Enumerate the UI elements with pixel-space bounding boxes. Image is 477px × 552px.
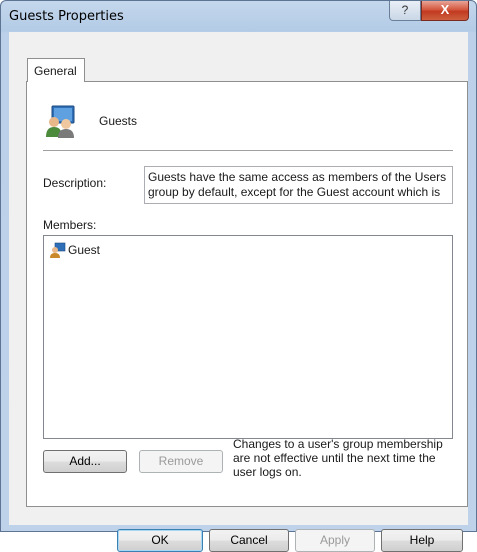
- apply-button[interactable]: Apply: [295, 529, 375, 552]
- close-button[interactable]: X: [421, 1, 469, 21]
- group-name: Guests: [99, 114, 138, 128]
- membership-note: Changes to a user's group membership are…: [233, 437, 457, 479]
- member-name: Guest: [68, 243, 101, 257]
- tab-general[interactable]: General: [27, 58, 85, 82]
- window-title: Guests Properties: [9, 9, 124, 24]
- help-button[interactable]: Help: [381, 529, 463, 552]
- note-line-2: are not effective until the next time th…: [233, 451, 436, 465]
- help-question-button[interactable]: ?: [389, 1, 421, 21]
- ok-button[interactable]: OK: [117, 529, 203, 552]
- user-icon: [50, 242, 66, 258]
- group-icon: [46, 105, 75, 138]
- general-tab-panel: Guests Description: Guests have the same…: [26, 81, 468, 507]
- members-label: Members:: [43, 218, 97, 232]
- description-label: Description:: [43, 176, 107, 190]
- note-line-3: user logs on.: [233, 465, 302, 479]
- members-list[interactable]: Guest: [43, 235, 453, 439]
- add-button[interactable]: Add...: [43, 450, 127, 473]
- title-bar[interactable]: Guests Properties ? X: [1, 1, 476, 32]
- description-line-2: group by default, except for the Guest a…: [148, 185, 441, 199]
- description-line-1: Guests have the same access as members o…: [148, 170, 447, 184]
- note-line-1: Changes to a user's group membership: [233, 437, 443, 451]
- remove-button[interactable]: Remove: [139, 450, 223, 473]
- cancel-button[interactable]: Cancel: [209, 529, 289, 552]
- properties-dialog: Guests Properties ? X General Guests Des…: [0, 0, 477, 552]
- dialog-client-area: General Guests Description: Guests have …: [9, 32, 468, 552]
- description-field[interactable]: Guests have the same access as members o…: [144, 166, 453, 204]
- separator: [43, 150, 453, 151]
